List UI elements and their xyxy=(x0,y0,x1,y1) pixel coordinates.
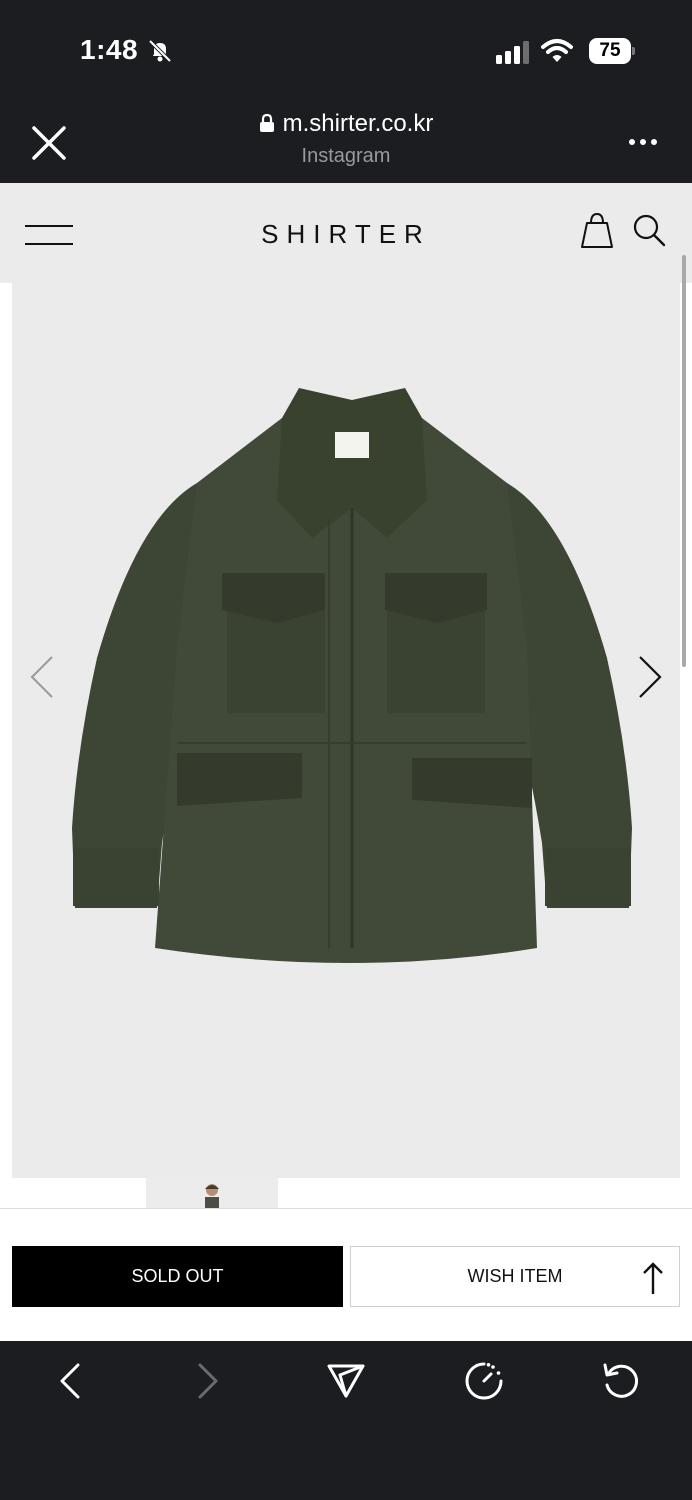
wish-item-button[interactable]: WISH ITEM xyxy=(350,1246,680,1307)
jacket-image xyxy=(72,388,632,963)
url-domain: m.shirter.co.kr xyxy=(282,110,434,137)
url-bar[interactable]: m.shirter.co.kr xyxy=(0,110,692,138)
speed-icon[interactable] xyxy=(464,1361,504,1401)
status-time: 1:48 xyxy=(80,34,139,65)
browser-toolbar xyxy=(0,1341,692,1500)
chevron-left-icon[interactable] xyxy=(28,653,56,701)
scrollbar[interactable] xyxy=(682,255,686,667)
thumbnail[interactable] xyxy=(146,1178,278,1208)
sold-out-button[interactable]: SOLD OUT xyxy=(12,1246,343,1307)
signal-icon xyxy=(496,41,529,64)
product-action-bar: SOLD OUT WISH ITEM xyxy=(0,1208,692,1341)
share-icon[interactable] xyxy=(326,1361,366,1401)
back-icon[interactable] xyxy=(50,1361,90,1401)
source-label: Instagram xyxy=(301,145,391,167)
web-content: SHIRTER SOLD OUT WISH ITEM xyxy=(0,183,692,1341)
forward-icon[interactable] xyxy=(188,1361,228,1401)
model-thumbnail-image xyxy=(205,1184,219,1208)
wifi-icon xyxy=(541,39,573,62)
product-image-gallery[interactable] xyxy=(12,283,680,1178)
chevron-right-icon[interactable] xyxy=(636,653,664,701)
bell-slash-icon xyxy=(148,39,172,63)
site-header: SHIRTER xyxy=(0,183,692,283)
page: 1:48 75 m.shirter.co.kr Instagram SHIRTE… xyxy=(0,0,692,1500)
battery-cap xyxy=(632,47,635,55)
battery-icon: 75 xyxy=(589,38,635,64)
search-icon[interactable] xyxy=(632,213,666,247)
battery-level: 75 xyxy=(589,38,631,64)
refresh-icon[interactable] xyxy=(601,1361,641,1401)
lock-icon xyxy=(259,113,274,132)
scroll-top-icon[interactable] xyxy=(640,1261,666,1295)
browser-header: m.shirter.co.kr Instagram xyxy=(0,100,692,183)
more-icon[interactable] xyxy=(628,138,658,146)
status-bar: 1:48 75 xyxy=(0,0,692,100)
bag-icon[interactable] xyxy=(578,211,616,249)
thumbnail-strip xyxy=(12,1178,680,1208)
